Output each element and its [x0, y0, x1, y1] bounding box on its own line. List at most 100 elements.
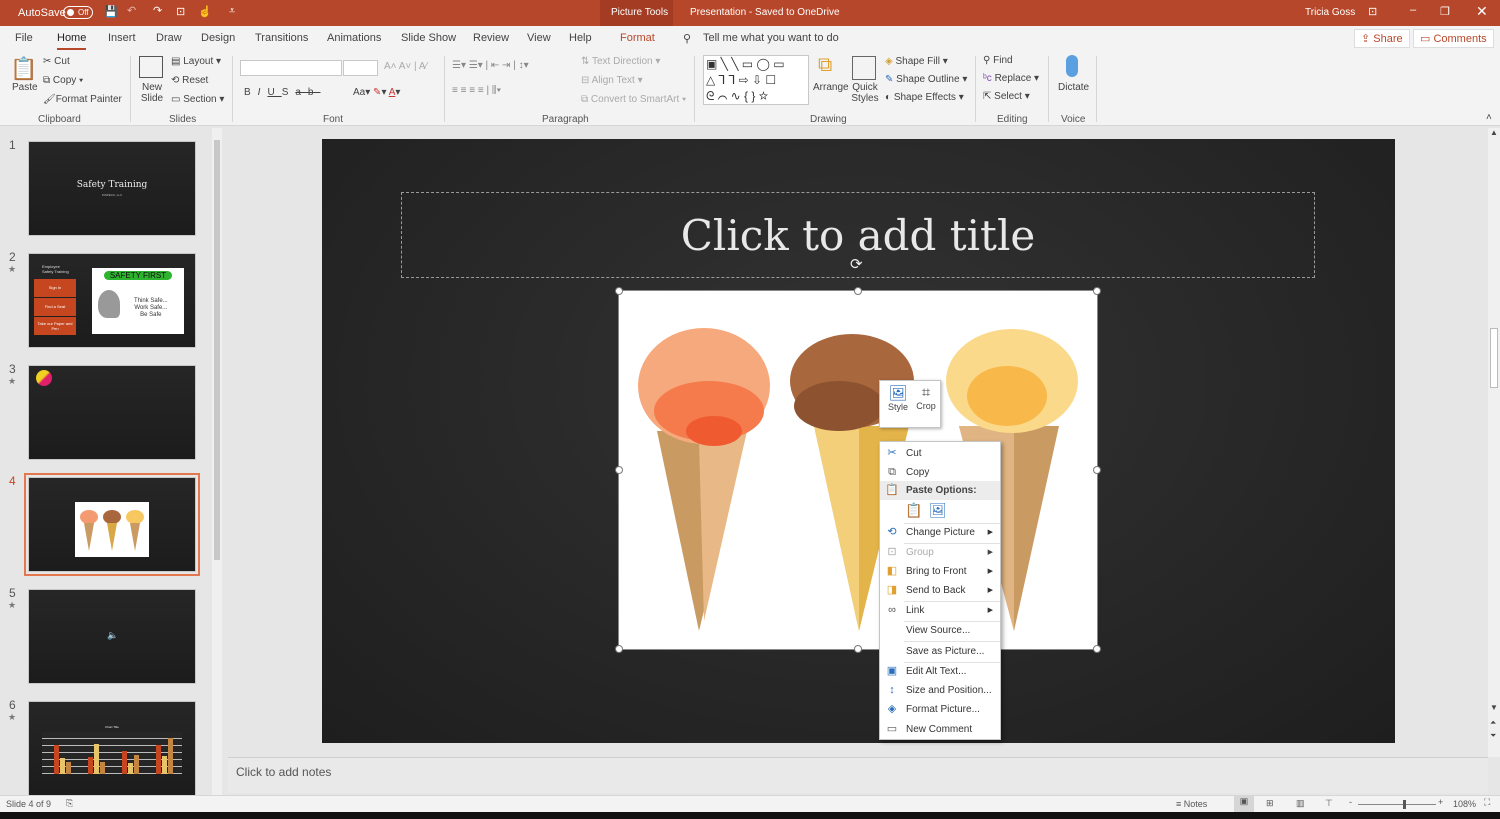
arrange-button[interactable]: Arrange — [813, 82, 849, 93]
paste-button[interactable]: Paste — [12, 82, 38, 93]
notes-pane[interactable]: Click to add notes — [228, 757, 1488, 793]
normal-view-icon[interactable]: ▣ — [1234, 796, 1254, 812]
ice-cream-picture[interactable] — [618, 290, 1098, 650]
customize-qat-icon[interactable]: ⩡ — [229, 5, 235, 18]
resize-handle[interactable] — [854, 645, 862, 653]
menu-item-size-and-position[interactable]: ↕ Size and Position... — [880, 681, 1000, 700]
slide-thumbnail-2[interactable]: Employee Safety Training Sign In Find a … — [28, 253, 196, 348]
shadow-button[interactable]: S — [282, 87, 296, 98]
slide-scrollbar[interactable]: ▲ ▼ ⏶ ⏷ — [1488, 128, 1500, 757]
change-case-button[interactable]: Aa▾ ✎▾ A▾ — [353, 87, 400, 98]
reading-view-icon[interactable]: ▥ — [1296, 798, 1305, 809]
slide-thumbnail-4[interactable] — [24, 473, 200, 576]
replace-button[interactable]: ᵇc Replace ▾ — [983, 73, 1039, 84]
bold-button[interactable]: B — [244, 87, 258, 98]
collapse-ribbon-icon[interactable]: ˄ — [1486, 112, 1492, 123]
spell-check-icon[interactable]: ⎘ — [66, 798, 73, 809]
menu-item-copy[interactable]: ⧉ Copy — [880, 463, 1000, 482]
next-slide-icon[interactable]: ⏷ — [1490, 731, 1496, 741]
tab-insert[interactable]: Insert — [108, 32, 136, 44]
touch-mode-icon[interactable]: ☝ — [198, 5, 212, 18]
new-slide-button[interactable]: New Slide — [140, 82, 164, 104]
align-buttons[interactable]: ≡ ≡ ≡ ≡ | ⫼▾ — [452, 85, 501, 96]
quick-styles-icon[interactable] — [852, 56, 876, 80]
scrollbar-thumb[interactable] — [1490, 328, 1498, 388]
rotate-handle-icon[interactable]: ⟳ — [850, 255, 863, 273]
minimize-icon[interactable]: – — [1410, 4, 1416, 16]
copy-button[interactable]: ⧉ Copy ▾ — [43, 75, 83, 86]
font-format-buttons[interactable]: BIUSab — [244, 87, 320, 98]
fit-to-window-icon[interactable]: ⛶ — [1484, 797, 1490, 808]
tab-format[interactable]: Format — [620, 32, 655, 44]
font-size-box[interactable] — [343, 60, 378, 76]
microphone-icon[interactable] — [1066, 55, 1078, 77]
tab-review[interactable]: Review — [473, 32, 509, 44]
zoom-in-icon[interactable]: + — [1438, 797, 1443, 807]
thumbnail-scrollbar[interactable] — [212, 128, 222, 795]
share-button[interactable]: ⇪ Share — [1354, 29, 1410, 48]
strikethrough-button[interactable]: ab — [295, 87, 320, 98]
slideshow-view-icon[interactable]: ⊤ — [1325, 798, 1333, 809]
slide-thumbnail-3[interactable] — [28, 365, 196, 460]
format-painter-button[interactable]: 🖌Format Painter — [43, 94, 122, 105]
menu-item-edit-alt-text[interactable]: ▣ Edit Alt Text... — [880, 662, 1000, 681]
menu-item-link[interactable]: ∞ Link ▶ — [880, 601, 1000, 620]
tab-file[interactable]: File — [15, 32, 33, 44]
paste-icon[interactable]: 📋 — [10, 56, 37, 82]
resize-handle[interactable] — [1093, 466, 1101, 474]
scrollbar-thumb[interactable] — [214, 140, 220, 560]
zoom-slider-thumb[interactable] — [1403, 800, 1407, 809]
paste-keep-format-button[interactable]: 📋 — [905, 502, 922, 519]
previous-slide-icon[interactable]: ⏶ — [1490, 718, 1496, 728]
resize-handle[interactable] — [1093, 645, 1101, 653]
shape-effects-button[interactable]: ◐ Shape Effects ▾ — [885, 92, 964, 103]
paste-as-picture-button[interactable]: 🖼 — [929, 502, 947, 519]
arrange-icon[interactable]: ⧉ — [818, 54, 832, 77]
slide-thumbnail-1[interactable]: Safety Training INSPECK, LLC — [28, 141, 196, 236]
list-buttons[interactable]: ☰▾ ☰▾ | ⇤ ⇥ | ↕▾ — [452, 60, 529, 71]
present-icon[interactable]: ⊡ — [176, 5, 185, 18]
font-name-box[interactable] — [240, 60, 342, 76]
autosave-toggle[interactable]: Off — [63, 6, 93, 19]
tab-design[interactable]: Design — [201, 32, 235, 44]
resize-handle[interactable] — [1093, 287, 1101, 295]
resize-handle[interactable] — [615, 466, 623, 474]
dictate-button[interactable]: Dictate — [1058, 82, 1089, 93]
new-slide-icon[interactable] — [139, 56, 163, 78]
zoom-slider[interactable] — [1358, 800, 1436, 809]
close-icon[interactable]: ✕ — [1476, 3, 1488, 20]
underline-button[interactable]: U — [267, 87, 281, 98]
menu-item-group[interactable]: ⊡ Group ▶ — [880, 543, 1000, 562]
scroll-up-icon[interactable]: ▲ — [1490, 128, 1498, 137]
select-button[interactable]: ⇱ Select ▾ — [983, 91, 1030, 102]
menu-item-send-to-back[interactable]: ◨ Send to Back ▶ — [880, 581, 1000, 600]
font-color-icon[interactable]: A — [389, 87, 396, 98]
layout-button[interactable]: ▤ Layout ▾ — [171, 56, 221, 67]
menu-item-change-picture[interactable]: ⟲ Change Picture ▶ — [880, 523, 1000, 542]
undo-icon[interactable]: ↶ — [127, 4, 136, 17]
shapes-gallery[interactable]: ▣ ╲ ╲ ▭ ◯ ▭ △ ⅂ ⅂ ⇨ ⇩ ☐ ᘓ ⌒ ∿ { } ☆ — [703, 55, 809, 105]
tab-draw[interactable]: Draw — [156, 32, 182, 44]
notes-button[interactable]: ≡ Notes — [1176, 799, 1207, 809]
resize-handle[interactable] — [854, 287, 862, 295]
slide-thumbnail-6[interactable]: Chart Title — [28, 701, 196, 796]
resize-handle[interactable] — [615, 645, 623, 653]
tab-view[interactable]: View — [527, 32, 551, 44]
italic-button[interactable]: I — [258, 87, 268, 98]
shape-outline-button[interactable]: ✎ Shape Outline ▾ — [885, 74, 967, 85]
redo-icon[interactable]: ↷ — [153, 4, 162, 17]
tab-transitions[interactable]: Transitions — [255, 32, 308, 44]
zoom-level[interactable]: 108% — [1453, 799, 1476, 809]
tell-me-search[interactable]: Tell me what you want to do — [703, 32, 839, 44]
cut-button[interactable]: ✂ Cut — [43, 56, 70, 67]
style-button[interactable]: 🖼 Style — [884, 384, 912, 412]
font-grow-shrink[interactable]: A˄ A˅ | A⁄ — [384, 61, 427, 72]
text-direction-button[interactable]: ⇅ Text Direction ▾ — [581, 56, 660, 67]
menu-item-cut[interactable]: ✂ Cut — [880, 444, 1000, 463]
tab-animations[interactable]: Animations — [327, 32, 381, 44]
reset-button[interactable]: ⟲ Reset — [171, 75, 208, 86]
save-icon[interactable]: 💾 — [104, 5, 118, 18]
menu-item-format-picture[interactable]: ◈ Format Picture... — [880, 700, 1000, 719]
ribbon-display-icon[interactable]: ⊡ — [1368, 5, 1377, 18]
tab-home[interactable]: Home — [57, 32, 87, 50]
